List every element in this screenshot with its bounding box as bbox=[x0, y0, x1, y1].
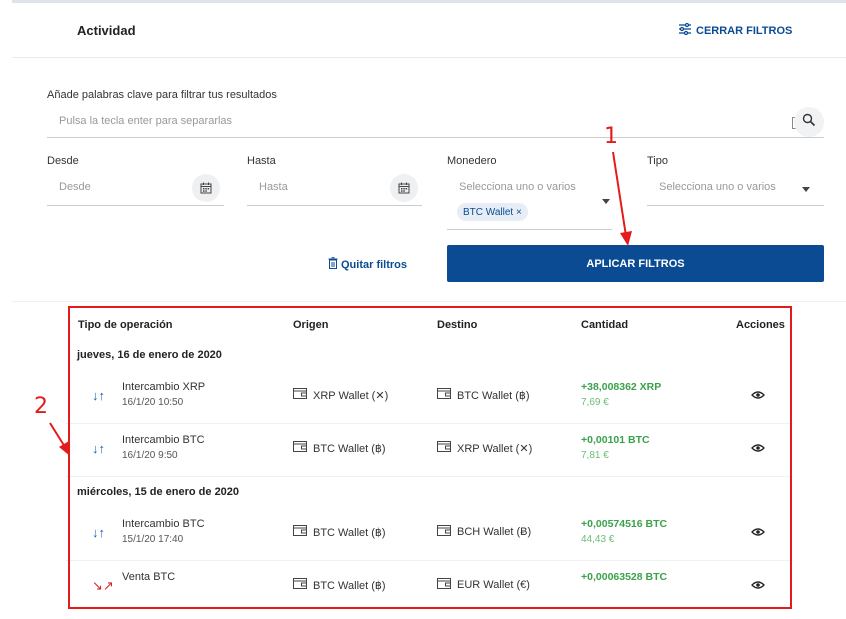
annotation-arrows bbox=[49, 151, 632, 456]
arrow-1-icon bbox=[612, 151, 632, 246]
arrow-2-icon bbox=[49, 422, 70, 456]
